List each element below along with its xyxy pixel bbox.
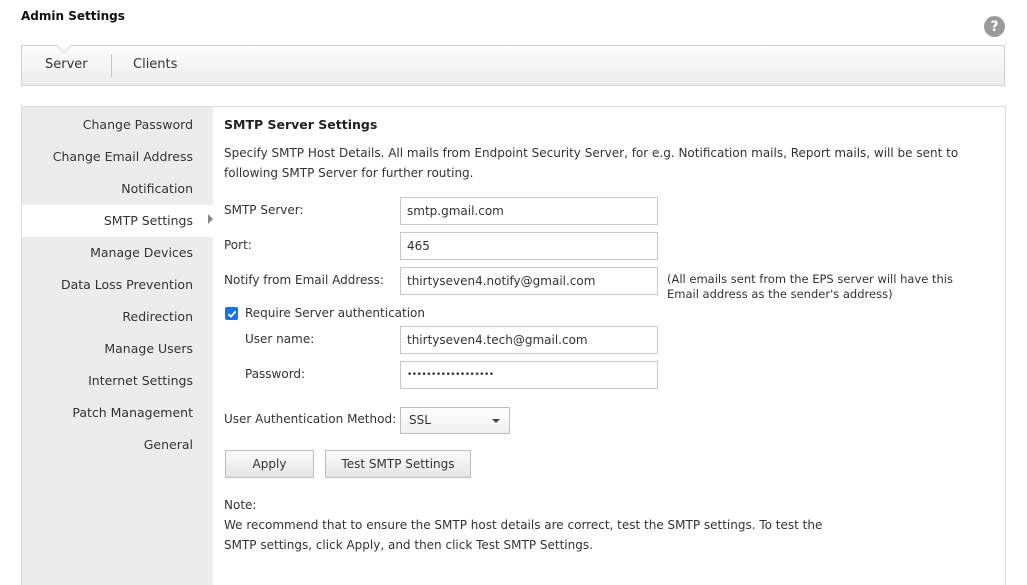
require-auth-label[interactable]: Require Server authentication xyxy=(245,306,425,320)
section-description: Specify SMTP Host Details. All mails fro… xyxy=(224,146,959,180)
sidebar-item-redirection[interactable]: Redirection xyxy=(22,301,213,333)
caret-right-icon xyxy=(208,214,213,224)
sidebar-item-data-loss-prevention[interactable]: Data Loss Prevention xyxy=(22,269,213,301)
tab-bar: Server Clients xyxy=(21,45,1005,86)
sidebar-item-smtp-settings[interactable]: SMTP Settings xyxy=(22,205,213,237)
auth-method-value: SSL xyxy=(409,413,431,427)
test-smtp-settings-button[interactable]: Test SMTP Settings xyxy=(325,450,471,478)
auth-method-select[interactable]: SSL xyxy=(400,407,510,434)
sidebar-item-notification[interactable]: Notification xyxy=(22,173,213,205)
sidebar-item-internet-settings[interactable]: Internet Settings xyxy=(22,365,213,397)
username-input[interactable]: thirtyseven4.tech@gmail.com xyxy=(400,326,658,354)
settings-panel: Change Password Change Email Address Not… xyxy=(21,106,1006,585)
notify-email-input[interactable]: thirtyseven4.notify@gmail.com xyxy=(400,267,658,295)
checkmark-icon xyxy=(227,310,236,318)
smtp-server-input[interactable]: smtp.gmail.com xyxy=(400,197,658,225)
apply-button[interactable]: Apply xyxy=(225,450,314,478)
section-title: SMTP Server Settings xyxy=(224,117,378,132)
chevron-down-icon xyxy=(492,419,500,423)
sidebar-item-manage-devices[interactable]: Manage Devices xyxy=(22,237,213,269)
tab-clients[interactable]: Clients xyxy=(133,46,177,85)
tab-server[interactable]: Server xyxy=(45,46,88,85)
smtp-server-label: SMTP Server: xyxy=(224,203,304,217)
password-label: Password: xyxy=(245,367,306,381)
smtp-settings-form: SMTP Server Settings Specify SMTP Host D… xyxy=(224,107,1004,585)
sidebar-item-patch-management[interactable]: Patch Management xyxy=(22,397,213,429)
note-title: Note: xyxy=(224,498,257,512)
help-icon[interactable]: ? xyxy=(984,16,1005,37)
port-input[interactable]: 465 xyxy=(400,232,658,260)
port-label: Port: xyxy=(224,238,252,252)
sidebar-item-manage-users[interactable]: Manage Users xyxy=(22,333,213,365)
tab-separator xyxy=(111,54,112,77)
require-auth-checkbox[interactable] xyxy=(225,307,238,320)
notify-email-label: Notify from Email Address: xyxy=(224,273,384,287)
notify-email-hint: (All emails sent from the EPS server wil… xyxy=(667,272,953,301)
username-label: User name: xyxy=(245,332,315,346)
sidebar-item-change-email-address[interactable]: Change Email Address xyxy=(22,141,213,173)
note-text: We recommend that to ensure the SMTP hos… xyxy=(224,518,823,552)
password-input[interactable]: •••••••••••••••••• xyxy=(400,361,658,389)
page-title: Admin Settings xyxy=(21,9,125,23)
sidebar-item-general[interactable]: General xyxy=(22,429,213,461)
sidebar-item-change-password[interactable]: Change Password xyxy=(22,109,213,141)
sidebar: Change Password Change Email Address Not… xyxy=(22,107,213,585)
auth-method-label: User Authentication Method: xyxy=(224,412,397,426)
note-block: Note: We recommend that to ensure the SM… xyxy=(224,495,844,555)
